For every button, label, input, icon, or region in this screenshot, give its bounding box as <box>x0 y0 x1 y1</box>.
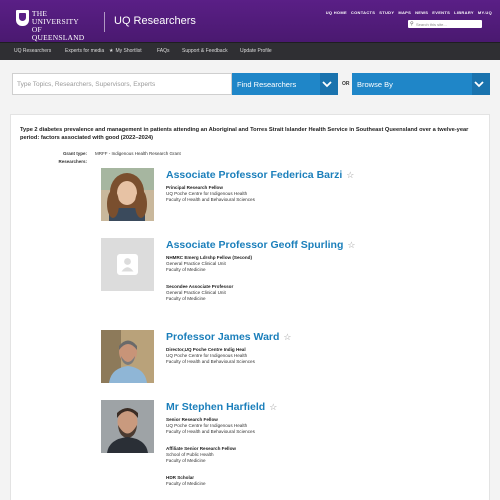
site-search-input[interactable]: ⚲ Search this site... <box>408 20 482 28</box>
uq-logo[interactable]: THE UNIVERSITY OF QUEENSLAND AUSTRALIA <box>16 9 96 46</box>
top-links: UQ HOME CONTACTS STUDY MAPS NEWS EVENTS … <box>326 10 492 15</box>
site-search-placeholder: Search this site... <box>416 21 447 27</box>
browse-by-label: Browse By <box>357 79 393 89</box>
top-link-uq-home[interactable]: UQ HOME <box>326 10 347 15</box>
grant-title: Type 2 diabetes prevalence and managemen… <box>20 127 469 142</box>
browse-dropdown-toggle[interactable] <box>472 73 490 95</box>
role-title: NHMRC Emerg Ldrshp Fellow (Second) <box>166 255 253 260</box>
role-faculty: Faculty of Medicine <box>166 267 206 272</box>
site-title[interactable]: UQ Researchers <box>114 15 196 27</box>
or-label: OR <box>342 81 350 87</box>
find-dropdown-toggle[interactable] <box>320 73 338 95</box>
role-title: Director,UQ Poche Centre Indig Heal <box>166 347 246 352</box>
role-title: Senior Research Fellow <box>166 417 218 422</box>
researcher-name-text: Associate Professor Geoff Spurling <box>166 239 344 251</box>
find-researchers-button[interactable]: Find Researchers <box>232 73 338 95</box>
researcher-role: Affiliate Senior Research Fellow School … <box>166 446 236 464</box>
role-title: Affiliate Senior Research Fellow <box>166 446 236 451</box>
researcher-photo[interactable] <box>101 168 154 221</box>
role-title: HDR Scholar <box>166 475 195 480</box>
uq-crest-icon <box>16 10 29 26</box>
role-unit: UQ Poche Centre for Indigenous Health <box>166 353 248 358</box>
nav-support-feedback[interactable]: Support & Feedback <box>182 48 228 54</box>
top-link-library[interactable]: LIBRARY <box>454 10 474 15</box>
role-faculty: Faculty of Medicine <box>166 481 206 486</box>
grant-card: Type 2 diabetes prevalence and managemen… <box>10 114 490 500</box>
researcher-role: Principal Research Fellow UQ Poche Centr… <box>166 185 255 203</box>
browse-by-button[interactable]: Browse By <box>352 73 490 95</box>
top-link-study[interactable]: STUDY <box>379 10 394 15</box>
main-nav: UQ Researchers Experts for media ★ My Sho… <box>0 42 500 60</box>
logo-line-1: THE UNIVERSITY <box>31 9 79 26</box>
role-unit: UQ Poche Centre for Indigenous Health <box>166 191 248 196</box>
nav-uq-researchers[interactable]: UQ Researchers <box>14 48 51 54</box>
role-unit: General Practice Clinical Unit <box>166 290 226 295</box>
role-faculty: Faculty of Medicine <box>166 296 206 301</box>
top-link-maps[interactable]: MAPS <box>398 10 411 15</box>
researcher-name[interactable]: Associate Professor Geoff Spurling ☆ <box>166 239 355 251</box>
researcher-name-text: Professor James Ward <box>166 331 280 343</box>
nav-experts-for-media[interactable]: Experts for media <box>65 48 104 54</box>
search-icon: ⚲ <box>410 21 414 27</box>
topic-search-input[interactable]: Type Topics, Researchers, Supervisors, E… <box>12 73 232 95</box>
star-icon: ★ <box>109 48 114 54</box>
role-title: Principal Research Fellow <box>166 185 223 190</box>
top-link-contacts[interactable]: CONTACTS <box>351 10 375 15</box>
role-faculty: Faculty of Medicine <box>166 458 206 463</box>
site-header: THE UNIVERSITY OF QUEENSLAND AUSTRALIA U… <box>0 0 500 46</box>
grant-type-label: Grant type: <box>62 151 87 156</box>
role-unit: UQ Poche Centre for Indigenous Health <box>166 423 248 428</box>
researcher-name[interactable]: Associate Professor Federica Barzi ☆ <box>166 169 354 181</box>
role-faculty: Faculty of Health and Behavioural Scienc… <box>166 359 255 364</box>
header-divider <box>104 12 105 32</box>
researcher-photo[interactable] <box>101 330 154 383</box>
role-faculty: Faculty of Health and Behavioural Scienc… <box>166 429 255 434</box>
topic-search-placeholder: Type Topics, Researchers, Supervisors, E… <box>17 81 156 88</box>
role-faculty: Faculty of Health and Behavioural Scienc… <box>166 197 255 202</box>
nav-faqs[interactable]: FAQs <box>157 48 170 54</box>
nav-my-shortlist[interactable]: ★ My Shortlist <box>109 48 142 54</box>
researcher-role: Secondee Associate Professor General Pra… <box>166 284 233 302</box>
star-outline-icon[interactable]: ☆ <box>347 240 355 250</box>
role-unit: School of Public Health <box>166 452 214 457</box>
nav-update-profile[interactable]: Update Profile <box>240 48 272 54</box>
role-title: Secondee Associate Professor <box>166 284 234 289</box>
top-link-my-uq[interactable]: MY.UQ <box>478 10 492 15</box>
researcher-role: NHMRC Emerg Ldrshp Fellow (Second) Gener… <box>166 255 252 273</box>
chevron-down-icon <box>474 81 484 88</box>
top-link-news[interactable]: NEWS <box>415 10 428 15</box>
star-outline-icon[interactable]: ☆ <box>283 332 291 342</box>
chevron-down-icon <box>322 81 332 88</box>
researcher-name-text: Associate Professor Federica Barzi <box>166 169 343 181</box>
researcher-role: Senior Research Fellow UQ Poche Centre f… <box>166 417 255 435</box>
logo-line-2: OF QUEENSLAND <box>31 25 85 42</box>
researcher-name[interactable]: Mr Stephen Harfield ☆ <box>166 401 277 413</box>
nav-my-shortlist-label: My Shortlist <box>115 48 142 54</box>
researcher-name-text: Mr Stephen Harfield <box>166 401 266 413</box>
find-researchers-label: Find Researchers <box>237 79 297 89</box>
researcher-role: HDR Scholar Faculty of Medicine <box>166 475 206 487</box>
researchers-label: Researchers: <box>58 159 87 164</box>
researcher-role: Director,UQ Poche Centre Indig Heal UQ P… <box>166 347 255 365</box>
researcher-photo[interactable] <box>101 400 154 453</box>
researcher-photo-placeholder[interactable] <box>101 238 154 291</box>
role-unit: General Practice Clinical Unit <box>166 261 226 266</box>
researcher-search: Type Topics, Researchers, Supervisors, E… <box>12 73 490 95</box>
star-outline-icon[interactable]: ☆ <box>346 170 354 180</box>
top-link-events[interactable]: EVENTS <box>432 10 450 15</box>
grant-type-value: MRFF - Indigenous Health Research Grant <box>95 151 181 156</box>
researcher-name[interactable]: Professor James Ward ☆ <box>166 331 292 343</box>
star-outline-icon[interactable]: ☆ <box>269 402 277 412</box>
